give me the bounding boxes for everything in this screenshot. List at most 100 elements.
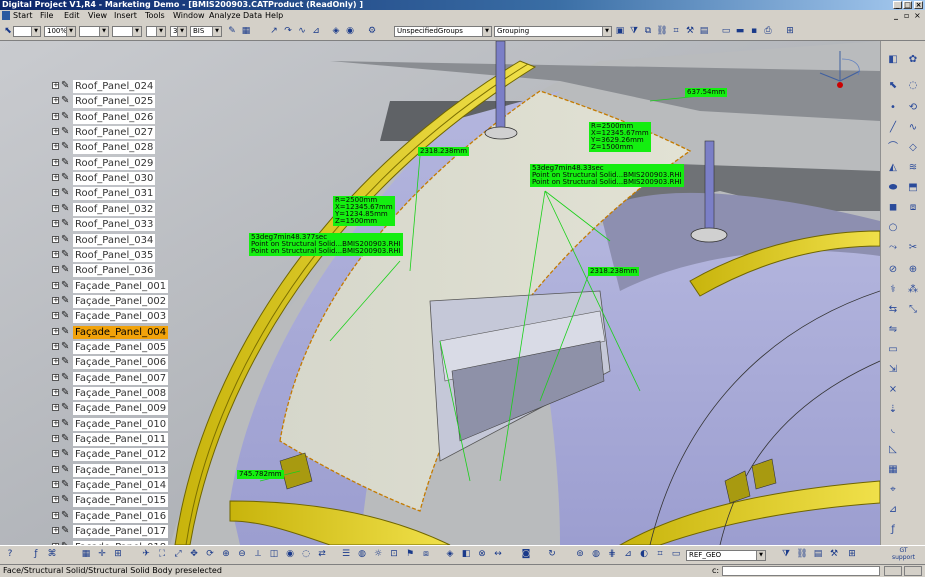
tree-node[interactable]: + ✎ Façade_Panel_005 [48,340,178,355]
tree-node[interactable]: + ✎ Roof_Panel_028 [48,140,178,155]
wrench-icon[interactable]: ⚒ [684,26,696,37]
analysis-icon[interactable]: ⌖ [886,483,900,497]
tree-node[interactable]: + ✎ Roof_Panel_032 [48,202,178,217]
folder-icon[interactable]: ▬ [734,26,746,37]
transparency-combo[interactable]: 100% [44,26,76,37]
folder-open-icon[interactable]: ▭ [720,26,732,37]
expand-icon[interactable]: + [52,389,59,396]
tree-node-label[interactable]: Façade_Panel_007 [73,371,169,385]
doc-minimize-button[interactable]: _ [894,10,898,21]
tree-node-label[interactable]: Façade_Panel_011 [73,433,169,447]
trim-icon[interactable]: ✂ [906,241,920,255]
expand-icon[interactable]: + [52,235,59,243]
expand-icon[interactable]: + [52,435,59,443]
tree-node[interactable]: + ✎ Façade_Panel_006 [48,355,178,370]
table-icon[interactable]: ▤ [812,549,824,560]
light-icon[interactable]: ☼ [372,549,384,560]
grid-display-icon[interactable]: ⋕ [606,549,618,560]
fillet-icon[interactable]: ◟ [886,423,900,437]
doc-restore-button[interactable]: ▫ [904,10,909,21]
expand-icon[interactable]: + [52,404,59,412]
link-icon[interactable]: ⛓ [796,549,808,560]
format-painter-icon[interactable]: ✎ [226,26,238,37]
tree-node-label[interactable]: Façade_Panel_002 [73,294,169,308]
groups-combo[interactable]: UnspecifiedGroups [394,26,492,37]
tree-node-label[interactable]: Façade_Panel_009 [73,402,169,416]
expand-icon[interactable]: + [52,342,59,350]
tree-node-label[interactable]: Façade_Panel_003 [73,310,169,324]
tree-node[interactable]: + ✎ Roof_Panel_027 [48,125,178,140]
tree-icon[interactable]: ⊞ [112,549,124,560]
tree-node[interactable]: + ✎ Façade_Panel_009 [48,401,178,416]
tree-node-label[interactable]: Façade_Panel_013 [73,463,169,477]
loft-icon[interactable]: ⬬ [886,181,900,195]
tree-node[interactable]: + ✎ Roof_Panel_031 [48,186,178,201]
tree-node-label[interactable]: Roof_Panel_026 [73,110,156,124]
distance-icon[interactable]: ↔ [492,549,504,560]
line-icon[interactable]: ╱ [886,121,900,135]
select-icon[interactable]: ⬉ [886,79,900,93]
join-icon[interactable]: ⊕ [906,263,920,277]
3d-viewport[interactable]: 637.54mm 2318.238mm 2318.238mm 745.782mm… [0,41,880,545]
tree-node[interactable]: + ✎ Roof_Panel_033 [48,217,178,232]
tree-node-label[interactable]: Façade_Panel_016 [73,509,169,523]
coordinates-label[interactable]: R=2500mm X=12345.67mm Y=1234.85mm Z=1500… [333,196,395,226]
expand-icon[interactable]: + [52,143,59,151]
tree-node-label[interactable]: Façade_Panel_006 [73,356,169,370]
rotate-icon[interactable]: ⟳ [204,549,216,560]
sketch-icon[interactable]: ↗ [268,26,280,37]
point-icon[interactable]: • [886,101,900,115]
tree-node[interactable]: + ✎ Façade_Panel_002 [48,294,178,309]
folder-icon[interactable]: ▭ [670,549,682,560]
expand-icon[interactable]: + [52,496,59,504]
pointtype-combo[interactable] [146,26,166,37]
help-icon[interactable]: ? [4,549,16,560]
grid-icon[interactable]: ▦ [80,549,92,560]
lock-icon[interactable]: ⊡ [388,549,400,560]
tree-node-label[interactable]: Façade_Panel_014 [73,479,169,493]
filter-icon[interactable]: ⧩ [780,549,792,560]
chamfer-icon[interactable]: ◺ [886,443,900,457]
tree-node-label[interactable]: Façade_Panel_010 [73,417,169,431]
tree-node-label[interactable]: Roof_Panel_033 [73,218,156,232]
dimension-label[interactable]: 2318.238mm [588,267,640,276]
section-icon[interactable]: ◧ [460,549,472,560]
extract-icon[interactable]: ⇲ [886,363,900,377]
knowledge-icon[interactable]: ✿ [906,53,920,67]
tree-node[interactable]: + ✎ Façade_Panel_015 [48,493,178,508]
tree-node-label[interactable]: Roof_Panel_027 [73,126,156,140]
tree-node[interactable]: + ✎ Façade_Panel_001 [48,279,178,294]
grouping-combo[interactable]: Grouping [494,26,612,37]
flag-icon[interactable]: ⚑ [404,549,416,560]
expand-icon[interactable]: + [52,527,59,535]
swap-icon[interactable]: ⇄ [316,549,328,560]
surface-icon[interactable]: ◭ [886,161,900,175]
settings-icon[interactable]: ⚙ [366,26,378,37]
tree-node-label[interactable]: Roof_Panel_032 [73,202,156,216]
link-icon[interactable]: ⛓ [656,26,668,37]
maximize-button[interactable]: □ [903,1,912,9]
tree-node[interactable]: + ✎ Façade_Panel_013 [48,463,178,478]
tag-icon[interactable]: ⌗ [654,549,666,560]
expand-icon[interactable]: + [52,266,59,274]
linewidth-combo[interactable] [79,26,109,37]
spline-icon[interactable]: ∿ [296,26,308,37]
zoom-out-icon[interactable]: ⊖ [236,549,248,560]
dimension-label[interactable]: 745.782mm [237,470,284,479]
menu-window[interactable]: Window [173,10,205,21]
tree-node-label[interactable]: Façade_Panel_015 [73,494,169,508]
product-icon[interactable]: ◉ [344,26,356,37]
expand-icon[interactable]: + [52,419,59,427]
status-button[interactable] [904,566,922,576]
expand-icon[interactable]: + [52,327,59,335]
offset-icon[interactable]: ⤳ [886,241,900,255]
layer-name-combo[interactable]: BIS [190,26,222,37]
zoom-in-icon[interactable]: ⊕ [220,549,232,560]
project-icon[interactable]: ⇣ [886,403,900,417]
tree-node[interactable]: + ✎ Façade_Panel_016 [48,509,178,524]
tree-node-label[interactable]: Roof_Panel_025 [73,95,156,109]
spline-icon[interactable]: ∿ [906,121,920,135]
status-button[interactable] [884,566,902,576]
normal-view-icon[interactable]: ⟂ [252,549,264,560]
color-icon[interactable]: ◐ [638,549,650,560]
